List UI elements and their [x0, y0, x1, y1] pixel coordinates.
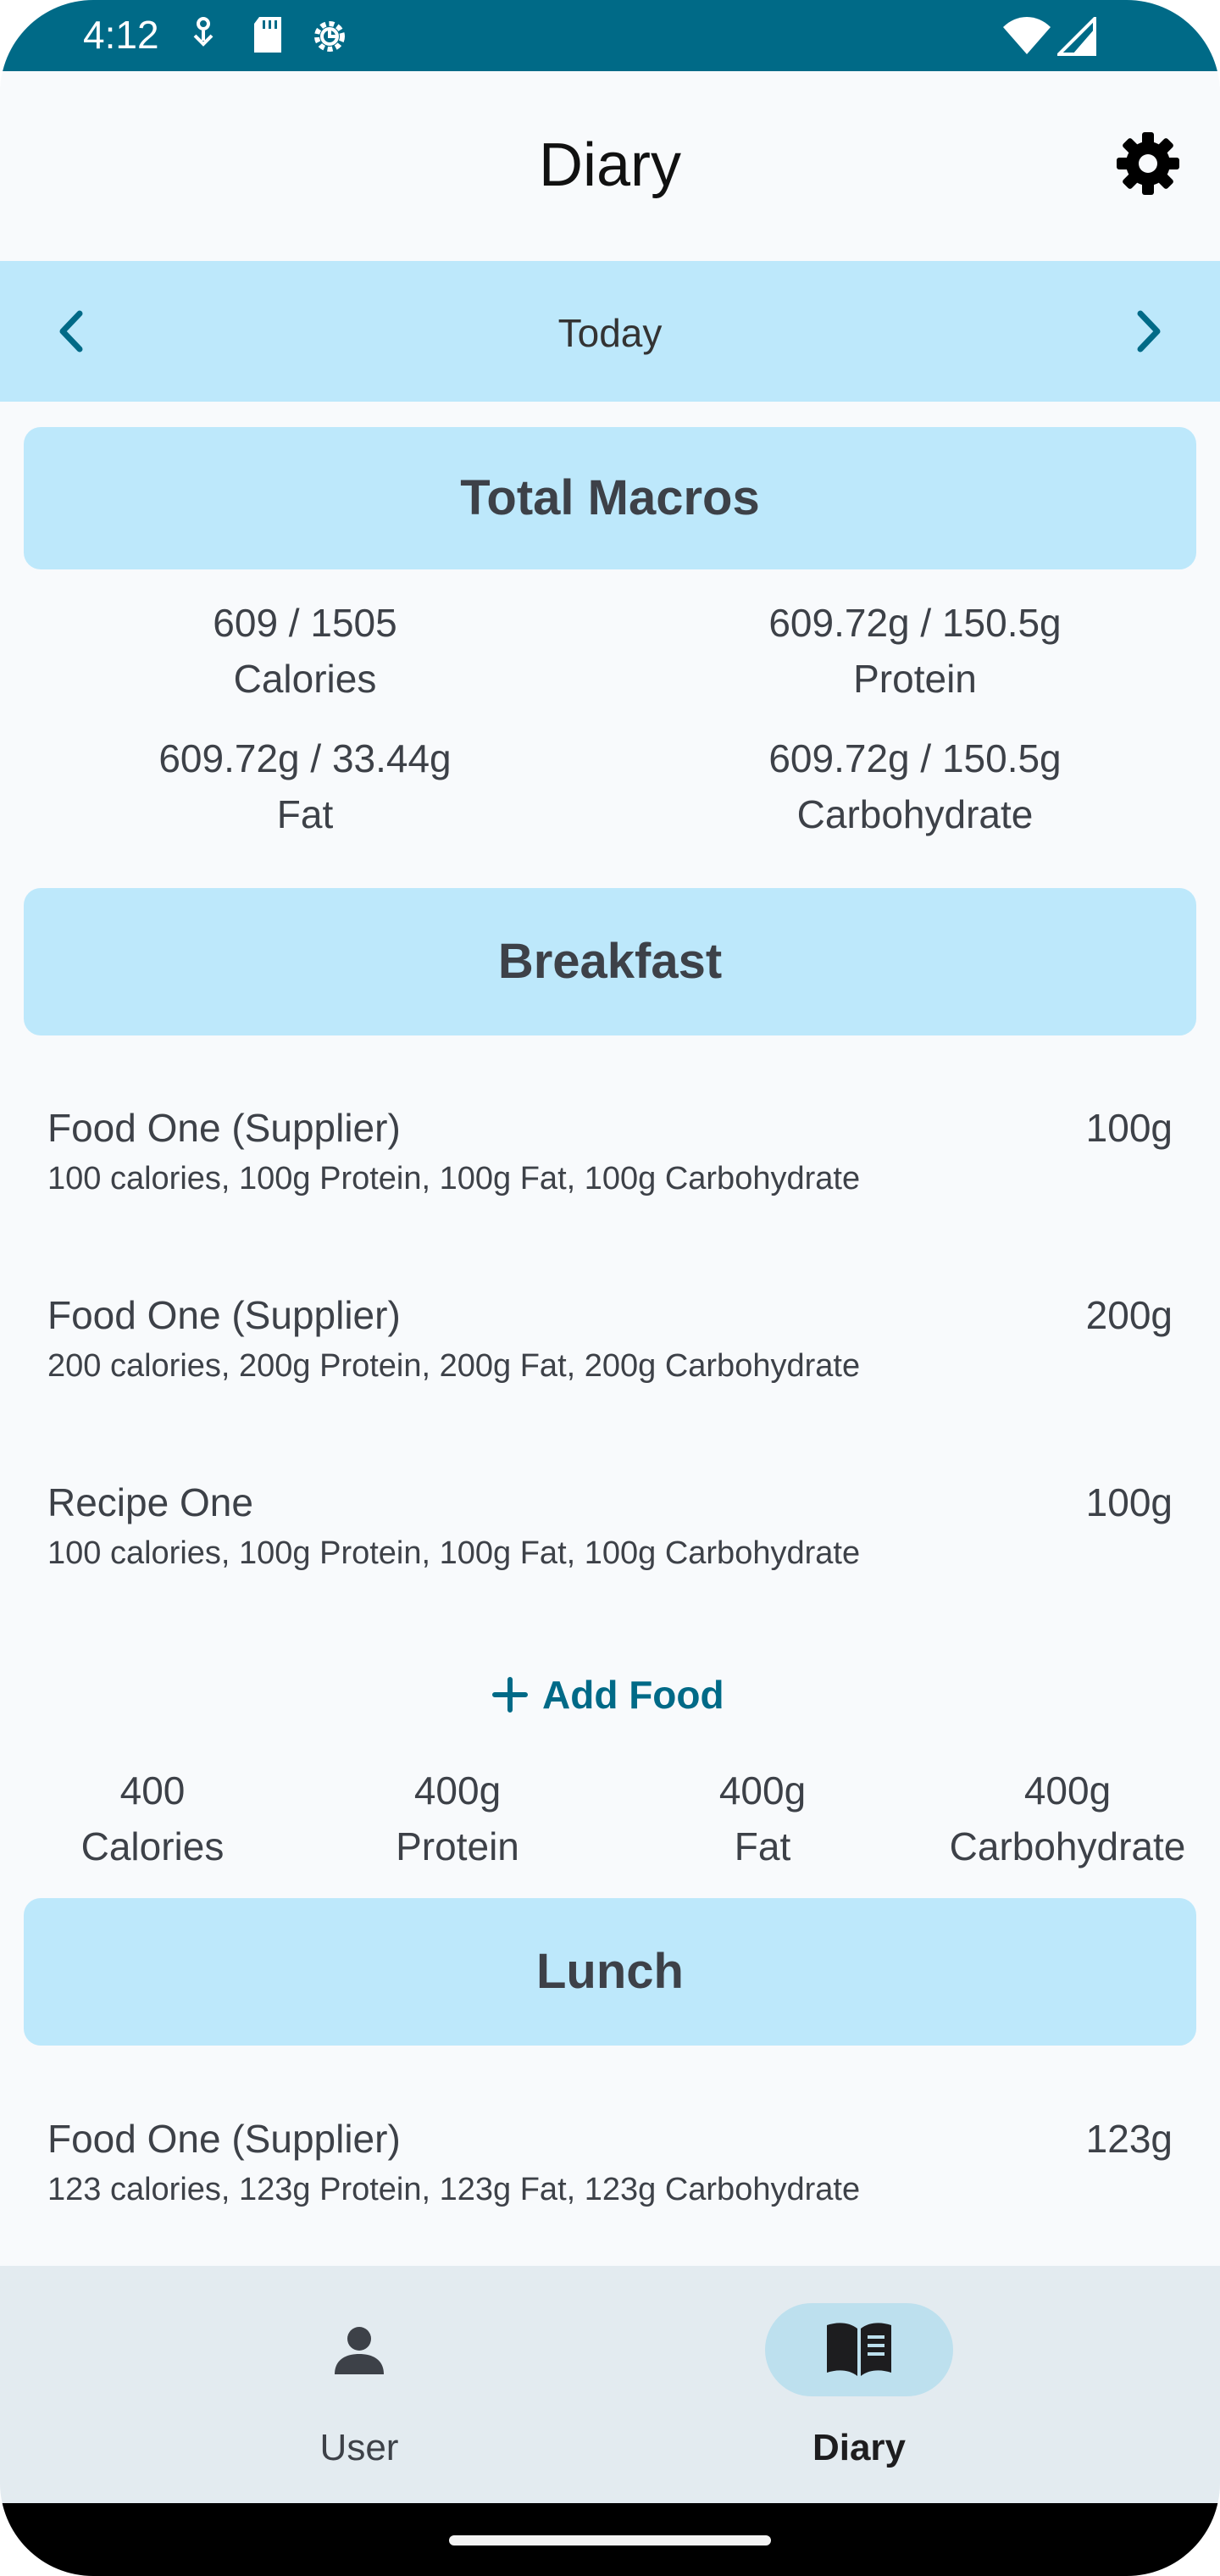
plus-icon: [492, 1677, 528, 1713]
gesture-bar: [0, 2503, 1220, 2576]
stat-value: 609 / 1505: [213, 601, 397, 645]
food-name: Recipe One: [47, 1480, 253, 1524]
stat-label: Carbohydrate: [796, 792, 1034, 836]
date-label: Today: [557, 311, 663, 355]
gear-icon: [1117, 132, 1179, 195]
app-bar: Diary: [0, 71, 1220, 261]
breakfast-fat-total: 400g Fat: [635, 1763, 890, 1874]
breakfast-header: Breakfast: [24, 888, 1196, 1035]
food-name: Food One (Supplier): [47, 1293, 401, 1337]
add-food-label: Add Food: [542, 1673, 724, 1717]
food-entry[interactable]: Recipe One 100g 100 calories, 100g Prote…: [47, 1480, 1173, 1598]
stat-label: Fat: [734, 1824, 791, 1868]
person-icon: [335, 2327, 384, 2374]
stat-label: Calories: [233, 657, 377, 701]
food-detail: 100 calories, 100g Protein, 100g Fat, 10…: [47, 1535, 861, 1571]
wifi-icon: [1003, 17, 1051, 54]
next-day-button[interactable]: [1118, 302, 1178, 361]
total-carbohydrate-stat: 609.72g / 150.5g Carbohydrate: [678, 730, 1152, 842]
stat-value: 400g: [718, 1768, 807, 1813]
breakfast-calories-total: 400 Calories: [25, 1763, 280, 1874]
nav-label-diary: Diary: [812, 2427, 907, 2468]
food-amount: 100g: [1085, 1106, 1173, 1150]
total-protein-stat: 609.72g / 150.5g Protein: [678, 595, 1152, 707]
food-name: Food One (Supplier): [47, 1106, 401, 1150]
page-title: Diary: [538, 131, 681, 199]
food-amount: 123g: [1085, 2117, 1173, 2161]
bottom-navigation: User Diary: [0, 2266, 1220, 2503]
home-handle[interactable]: [449, 2535, 771, 2545]
total-macros-header: Total Macros: [24, 427, 1196, 569]
nav-item-diary[interactable]: Diary: [554, 2266, 1164, 2503]
stat-value: 609.72g / 150.5g: [768, 736, 1062, 780]
food-entry[interactable]: Food One (Supplier) 100g 100 calories, 1…: [47, 1105, 1173, 1224]
download-icon: [193, 17, 214, 47]
phone-screen: 4:12 Diary Today Total Macros 609 / 1505…: [0, 0, 1220, 2576]
stat-value: 609.72g / 33.44g: [158, 736, 452, 780]
food-entry[interactable]: Food One (Supplier) 123g 123 calories, 1…: [47, 2116, 1173, 2235]
stat-value: 609.72g / 150.5g: [768, 601, 1062, 645]
stat-label: Protein: [853, 657, 977, 701]
food-amount: 100g: [1085, 1480, 1173, 1524]
stat-label: Carbohydrate: [949, 1824, 1186, 1868]
stat-value: 400g: [1023, 1768, 1112, 1813]
food-detail: 100 calories, 100g Protein, 100g Fat, 10…: [47, 1161, 861, 1196]
stat-value: 400: [119, 1768, 186, 1813]
sd-card-icon: [254, 17, 281, 53]
settings-status-icon: [314, 21, 345, 52]
food-detail: 123 calories, 123g Protein, 123g Fat, 12…: [47, 2172, 861, 2207]
add-food-button[interactable]: Add Food: [491, 1664, 746, 1725]
status-bar: 4:12: [0, 0, 1220, 71]
status-time: 4:12: [83, 13, 159, 57]
total-fat-stat: 609.72g / 33.44g Fat: [102, 730, 508, 842]
food-entry[interactable]: Food One (Supplier) 200g 200 calories, 2…: [47, 1292, 1173, 1411]
stat-value: 400g: [413, 1768, 502, 1813]
food-detail: 200 calories, 200g Protein, 200g Fat, 20…: [47, 1348, 861, 1384]
date-navigator: Today: [0, 261, 1220, 402]
stat-label: Protein: [396, 1824, 519, 1868]
stat-label: Calories: [80, 1824, 225, 1868]
settings-button[interactable]: [1112, 127, 1184, 200]
breakfast-protein-total: 400g Protein: [330, 1763, 585, 1874]
food-name: Food One (Supplier): [47, 2117, 401, 2161]
signal-icon: [1057, 17, 1096, 56]
food-amount: 200g: [1085, 1293, 1173, 1337]
book-icon: [827, 2323, 891, 2376]
stat-label: Fat: [276, 792, 334, 836]
lunch-header: Lunch: [24, 1898, 1196, 2046]
breakfast-carbohydrate-total: 400g Carbohydrate: [932, 1763, 1203, 1874]
total-calories-stat: 609 / 1505 Calories: [102, 595, 508, 707]
